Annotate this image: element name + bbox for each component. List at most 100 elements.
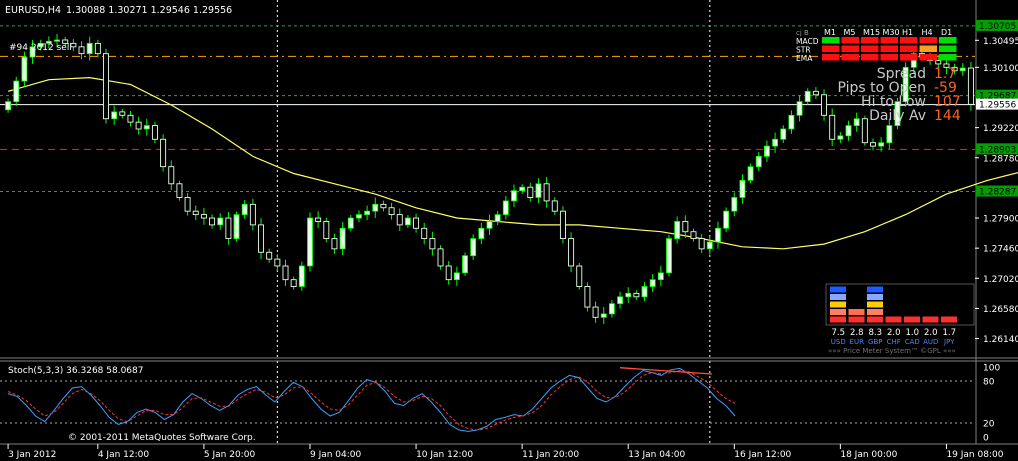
matrix-timeframe-label: D1	[941, 28, 952, 37]
price-tick-label: 1.30100	[983, 64, 1018, 74]
candle-body-bear	[331, 238, 338, 250]
time-tick-label: 19 Jan 08:00	[946, 450, 1003, 460]
meter-bar-segment	[867, 301, 883, 308]
candle-body-bear	[209, 217, 216, 226]
meter-currency: CAD	[905, 338, 920, 346]
candle-body-bear	[282, 265, 289, 281]
candle-body-bull	[307, 217, 313, 267]
candle-body-bear	[200, 214, 207, 219]
candle-body-bull	[657, 272, 664, 281]
matrix-cell	[841, 37, 859, 44]
candle-body-bear	[967, 67, 974, 105]
candle-body-bull	[233, 214, 240, 239]
matrix-cell	[841, 45, 859, 52]
candle-body-bull	[86, 42, 93, 55]
candle-body-bear	[633, 292, 640, 298]
matrix-cell	[880, 45, 898, 52]
candle-body-bear	[821, 94, 828, 116]
meter-bar-segment	[830, 286, 846, 293]
matrix-timeframe-label: M5	[844, 28, 856, 37]
candle-body-bull	[5, 101, 12, 111]
candle-body-bear	[829, 114, 836, 140]
price-tick-label: 1.29220	[983, 124, 1018, 134]
candle-body-bull	[462, 255, 468, 274]
price-tick-label: 1.27900	[983, 215, 1018, 225]
candle-body-bull	[755, 155, 762, 168]
time-tick-label: 13 Jan 04:00	[628, 450, 685, 460]
meter-footer: »»» Price Meter System™ ©GPL «««	[828, 347, 956, 355]
time-tick-label: 9 Jan 04:00	[310, 450, 362, 460]
candle-body-bear	[258, 224, 265, 253]
meter-bar-segment	[867, 316, 883, 323]
candle-body-bull	[788, 114, 795, 130]
candle-body-bear	[380, 203, 387, 209]
matrix-cell	[822, 37, 840, 44]
candle-body-bull	[502, 200, 509, 216]
candle-body-bull	[739, 179, 746, 198]
candle-body-bull	[470, 238, 477, 257]
matrix-cell	[880, 37, 898, 44]
price-tick-label: 1.26140	[983, 335, 1018, 345]
ohlc-label: 1.30088 1.30271 1.29546 1.29556	[66, 5, 232, 16]
candle-body-bull	[535, 183, 542, 198]
candle-body-bear	[861, 118, 868, 144]
candle-body-bull	[486, 221, 493, 229]
candle-body-bull	[747, 166, 754, 181]
candle-body-bull	[886, 125, 893, 144]
candle-body-bull	[519, 186, 526, 192]
matrix-cell	[822, 45, 840, 52]
candle-body-bear	[551, 200, 558, 212]
candle-body-bear	[421, 227, 428, 240]
candle-body-bull	[837, 135, 844, 140]
candle-body-bull	[772, 138, 779, 147]
meter-bar-segment	[867, 294, 883, 300]
matrix-cell	[900, 45, 918, 52]
candle-body-bear	[388, 207, 395, 216]
matrix-cell	[861, 37, 879, 44]
matrix-cell	[861, 45, 879, 52]
copyright-text: © 2001-2011 MetaQuotes Software Corp.	[68, 433, 256, 443]
symbol-label: EURUSD,H4	[5, 5, 61, 16]
matrix-cell	[939, 45, 957, 52]
stat-value: 144	[934, 108, 961, 124]
stoch-axis-label: 20	[983, 420, 995, 430]
candle-body-bear	[78, 46, 85, 55]
matrix-timeframe-label: M30	[883, 28, 900, 37]
candle-body-bull	[217, 217, 224, 226]
stoch-axis-label: 100	[983, 364, 1000, 374]
candle-body-bear	[437, 248, 444, 267]
candle-body-bull	[54, 39, 60, 42]
price-tick-label: 1.30495	[983, 37, 1018, 47]
candle-body-bull	[111, 111, 118, 120]
candle-body-bull	[404, 217, 411, 226]
candle-body-bear	[568, 238, 575, 267]
candle-body-bear	[870, 142, 876, 147]
meter-value: 2.0	[887, 328, 901, 338]
matrix-timeframe-label: M15	[863, 28, 880, 37]
matrix-cell	[919, 54, 937, 61]
meter-value: 8.3	[868, 328, 882, 338]
candle-body-bull	[715, 227, 721, 243]
price-level-label: 1.30705	[979, 22, 1016, 32]
candle-body-bear	[184, 197, 191, 212]
meter-value: 2.0	[924, 328, 938, 338]
candle-body-bull	[959, 67, 966, 72]
meter-value: 2.8	[850, 328, 864, 338]
meter-bar-segment	[867, 286, 883, 293]
candle-body-bull	[364, 210, 371, 216]
meter-value: 7.5	[831, 328, 845, 338]
candle-body-bear	[559, 210, 566, 240]
candle-body-bear	[323, 221, 330, 240]
candle-body-bull	[666, 238, 672, 274]
meter-bar-segment	[941, 316, 957, 323]
candle-body-bull	[143, 125, 150, 130]
stoch-title: Stoch(5,3,3) 36.3268 58.0687	[8, 366, 143, 376]
candle-body-bear	[690, 231, 697, 240]
matrix-timeframe-label: M1	[824, 28, 836, 37]
matrix-cell	[919, 45, 937, 52]
trade-note: #94 2012 sell	[9, 43, 72, 53]
candle-body-bear	[315, 217, 322, 222]
candle-body-bear	[290, 279, 297, 287]
background	[0, 0, 1018, 461]
matrix-cell	[900, 54, 918, 61]
